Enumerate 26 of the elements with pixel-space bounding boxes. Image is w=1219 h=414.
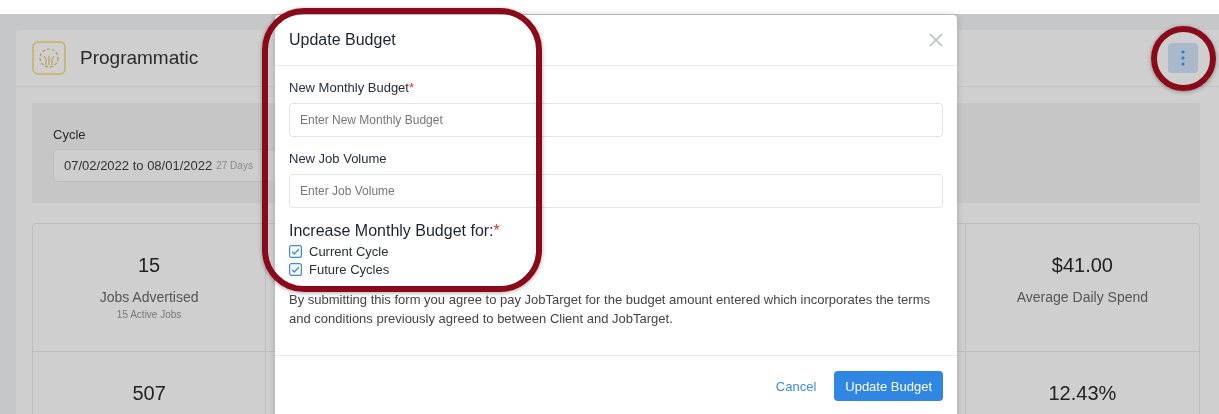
section-heading: Increase Monthly Budget for:* — [289, 222, 501, 240]
input-field[interactable]: Enter Job Volume — [289, 174, 943, 208]
highlight-circle — [1151, 26, 1216, 91]
stat-value: 507 — [132, 382, 166, 405]
input-field[interactable]: Enter New Monthly Budget — [289, 103, 943, 137]
dialog-title: Update Budget — [289, 31, 396, 49]
stat-value: 12.43% — [1048, 382, 1117, 405]
close-icon[interactable] — [929, 33, 943, 47]
cancel-link[interactable]: Cancel — [775, 378, 817, 394]
stat-label: Average Daily Spend — [1016, 289, 1149, 305]
stat-value: $41.00 — [1051, 254, 1113, 277]
checkbox[interactable] — [289, 262, 302, 276]
gear-icon — [32, 41, 66, 75]
stat-caption: 15 Active Jobs — [116, 309, 182, 320]
page-title: Programmatic — [80, 47, 200, 69]
checkbox-option[interactable]: Current Cycle — [289, 242, 389, 260]
stat-value: 15 — [137, 254, 161, 277]
kebab-icon — [1181, 50, 1185, 66]
field-label: New Monthly Budget* — [289, 80, 415, 95]
checkbox-option[interactable]: Future Cycles — [289, 260, 390, 278]
stat-label: Jobs Advertised — [99, 289, 199, 305]
submit-button[interactable]: Update Budget — [834, 371, 943, 401]
terms-text: By submitting this form you agree to pay JobTarget for the budget amount entered which incorporates the terms and conditions previously agreed to between Client and JobTarget. — [289, 291, 931, 328]
field-label: Cycle — [53, 127, 86, 142]
checkbox[interactable] — [289, 244, 302, 258]
field-label: New Job Volume — [289, 151, 388, 166]
